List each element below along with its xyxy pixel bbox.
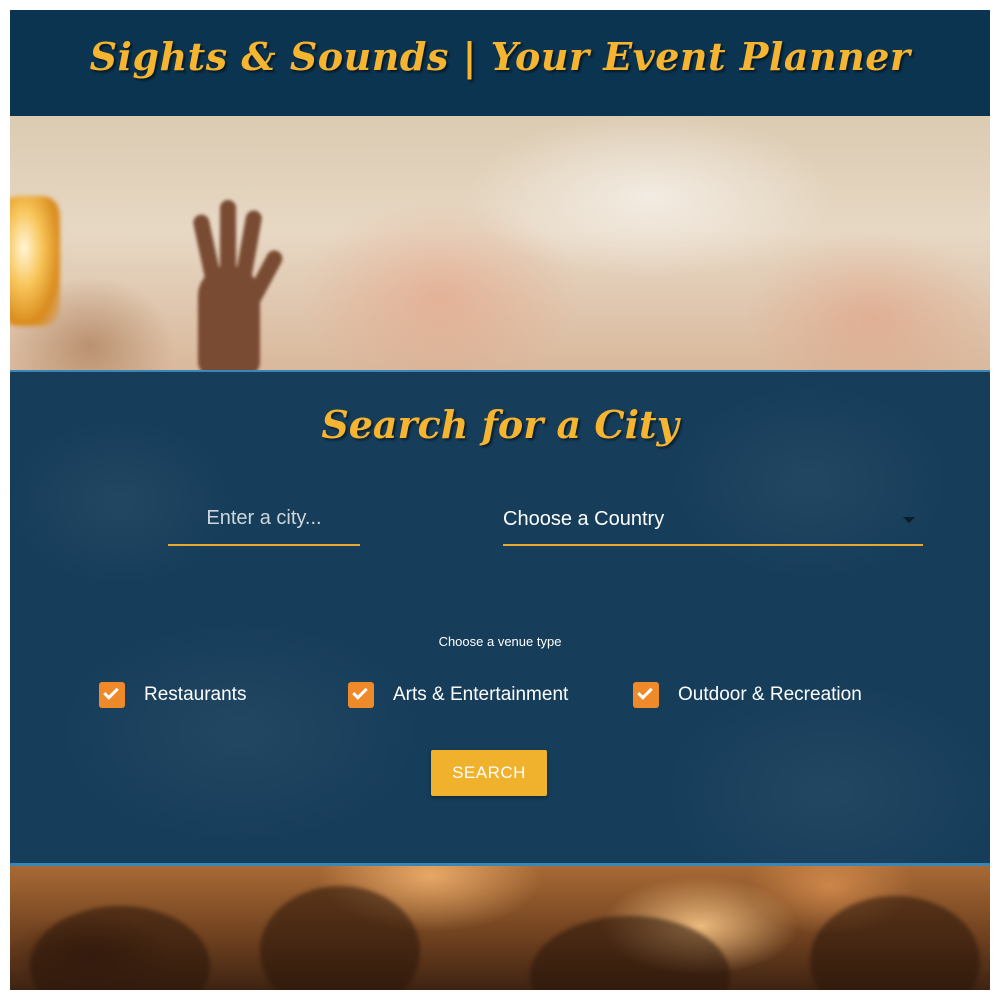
caret-down-icon [903,517,915,523]
outdoor-recreation-checkbox[interactable] [633,682,659,708]
search-panel: Search for a City Choose a Country Choos… [10,370,990,866]
search-heading: Search for a City [321,402,679,447]
venue-option-outdoor-recreation[interactable]: Outdoor & Recreation [633,680,862,710]
site-title: Sights & Sounds | Your Event Planner [89,34,911,79]
venue-type-label: Choose a venue type [438,634,562,649]
site-header: Sights & Sounds | Your Event Planner [10,10,990,116]
country-select-value: Choose a Country [503,508,665,530]
page: Sights & Sounds | Your Event Planner Sea… [10,10,990,990]
venue-option-label: Restaurants [144,684,247,705]
venue-option-label: Arts & Entertainment [393,684,569,705]
check-icon [352,684,368,700]
beer-glass-image [10,196,60,326]
check-icon [103,684,119,700]
arts-entertainment-checkbox[interactable] [348,682,374,708]
venue-option-arts-entertainment[interactable]: Arts & Entertainment [348,680,568,710]
hero-image-bottom [10,866,990,990]
venue-option-restaurants[interactable]: Restaurants [99,680,246,710]
raised-hand-image [186,196,286,376]
check-icon [637,684,653,700]
country-select[interactable]: Choose a Country [503,496,923,546]
venue-option-label: Outdoor & Recreation [678,684,862,705]
search-button[interactable]: SEARCH [431,750,547,796]
hero-image-top [10,116,990,376]
city-search-input[interactable] [168,496,360,546]
restaurants-checkbox[interactable] [99,682,125,708]
